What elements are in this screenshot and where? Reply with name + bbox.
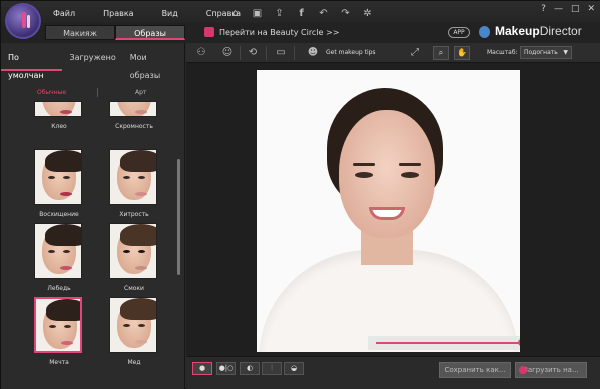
compare-view-button[interactable]: ●|○	[216, 362, 236, 375]
share-icon[interactable]: ⇪	[273, 7, 286, 20]
bottom-bar: ● ●|○ ◐ ⫶ ◒ Сохранить как... Загрузить н…	[186, 356, 600, 389]
layer-view-button[interactable]: ◒	[284, 362, 304, 375]
zoom-value: Подогнать	[524, 49, 558, 56]
zoom-tool-button[interactable]: ⌕	[433, 46, 449, 60]
look-thumbnail	[109, 149, 157, 205]
looks-grid: Клео Скромность Восхищение Хитрость Лебе…	[1, 101, 179, 389]
beauty-circle-label: Перейти на Beauty Circle >>	[219, 27, 340, 37]
editor-toolbar: ⚇ ☺ ⟲ ▭ ☻ Get makeup tips ⤢ ⌕ ✋ Масштаб:…	[186, 43, 600, 63]
slider-fill	[376, 342, 520, 344]
chevron-down-icon: ▼	[563, 49, 568, 56]
brand-logo: MakeupDirector	[495, 24, 582, 38]
window-controls: ? — □ ✕	[541, 4, 595, 14]
looks-panel: По умолчан Загружено Мои образы Обычные …	[1, 43, 185, 389]
redo-icon[interactable]: ↷	[339, 7, 352, 20]
look-label: Хитрость	[119, 211, 149, 218]
looks-scrollbar[interactable]	[177, 159, 180, 275]
slider-track	[376, 339, 520, 346]
minimize-button[interactable]: —	[554, 4, 563, 14]
zoom-select[interactable]: Подогнать ▼	[520, 46, 572, 59]
look-item[interactable]: Смоки	[109, 223, 159, 292]
menu-view[interactable]: Вид	[162, 9, 178, 18]
subtab-default[interactable]: По умолчан	[1, 49, 63, 80]
close-button[interactable]: ✕	[587, 4, 595, 14]
photo-canvas	[186, 63, 600, 356]
look-label: Мед	[127, 359, 141, 366]
look-item[interactable]: Мед	[109, 297, 159, 366]
look-thumbnail	[109, 297, 157, 353]
single-view-button[interactable]: ●	[192, 362, 212, 375]
look-item[interactable]: Восхищение	[34, 149, 84, 218]
split-view-button[interactable]: ◐	[240, 362, 260, 375]
look-label: Лебедь	[47, 285, 71, 292]
subtab-loaded[interactable]: Загружено	[62, 49, 122, 71]
app-window: Файл Правка Вид Справка ⌂ ▣ ⇪ f ↶ ↷ ✲ ? …	[0, 0, 600, 389]
pan-tool-button[interactable]: ✋	[454, 46, 470, 60]
slider-knob[interactable]	[518, 339, 520, 346]
look-thumbnail	[34, 297, 82, 353]
undo-icon[interactable]: ↶	[317, 7, 330, 20]
menu-edit[interactable]: Правка	[103, 9, 133, 18]
look-item[interactable]: Скромность	[109, 101, 159, 130]
crop-icon[interactable]: ▭	[274, 46, 288, 60]
look-label: Клео	[51, 123, 67, 130]
look-item[interactable]: Лебедь	[34, 223, 84, 292]
face-photo[interactable]	[257, 70, 520, 352]
makeup-tips-label[interactable]: Get makeup tips	[326, 49, 376, 56]
look-thumbnail	[34, 101, 82, 117]
help-button[interactable]: ?	[541, 4, 546, 14]
maximize-button[interactable]: □	[571, 4, 580, 14]
tab-makeup[interactable]: Макияж	[45, 25, 115, 40]
settings-icon[interactable]: ✲	[361, 7, 374, 20]
look-item-selected[interactable]: Мечта	[34, 297, 84, 366]
look-label: Смоки	[124, 285, 144, 292]
tab-looks[interactable]: Образы	[115, 25, 185, 40]
look-thumbnail	[34, 223, 82, 279]
fullscreen-icon[interactable]: ⤢	[408, 46, 422, 60]
look-item[interactable]: Клео	[34, 101, 84, 130]
mode-tabs: Макияж Образы	[45, 25, 185, 40]
look-thumbnail	[34, 149, 82, 205]
home-icon[interactable]: ⌂	[229, 7, 242, 20]
notification-icon[interactable]	[479, 26, 490, 38]
category-art[interactable]: Арт	[135, 89, 146, 96]
app-badge[interactable]: APP	[448, 27, 470, 38]
compare-faces-icon[interactable]: ⚇	[194, 46, 208, 60]
vertical-split-button[interactable]: ⫶	[262, 362, 282, 375]
facebook-icon[interactable]: f	[295, 7, 308, 20]
menu-file[interactable]: Файл	[53, 9, 75, 18]
look-label: Мечта	[49, 359, 69, 366]
intensity-slider[interactable]	[368, 336, 520, 350]
title-toolbar: ⌂ ▣ ⇪ f ↶ ↷ ✲	[229, 7, 374, 20]
app-logo	[5, 3, 41, 39]
history-icon[interactable]: ⟲	[246, 46, 260, 60]
look-thumbnail	[109, 101, 157, 117]
makeup-tips-icon[interactable]: ☻	[306, 46, 320, 60]
beauty-circle-icon	[204, 27, 214, 37]
subtab-my-looks[interactable]: Мои образы	[123, 49, 185, 80]
look-thumbnail	[109, 223, 157, 279]
save-icon[interactable]: ▣	[251, 7, 264, 20]
zoom-label: Масштаб:	[487, 49, 518, 56]
upload-icon	[519, 366, 527, 374]
upload-button[interactable]: Загрузить на...	[515, 362, 587, 378]
category-divider	[97, 88, 98, 97]
beauty-circle-link[interactable]: Перейти на Beauty Circle >>	[204, 27, 339, 37]
face-icon[interactable]: ☺	[220, 46, 234, 60]
category-row: Обычные Арт	[1, 87, 185, 99]
look-item[interactable]: Хитрость	[109, 149, 159, 218]
save-as-button[interactable]: Сохранить как...	[439, 362, 511, 378]
looks-subtabs: По умолчан Загружено Мои образы	[1, 49, 185, 80]
look-label: Восхищение	[39, 211, 79, 218]
category-regular[interactable]: Обычные	[37, 89, 66, 96]
look-label: Скромность	[115, 123, 153, 130]
